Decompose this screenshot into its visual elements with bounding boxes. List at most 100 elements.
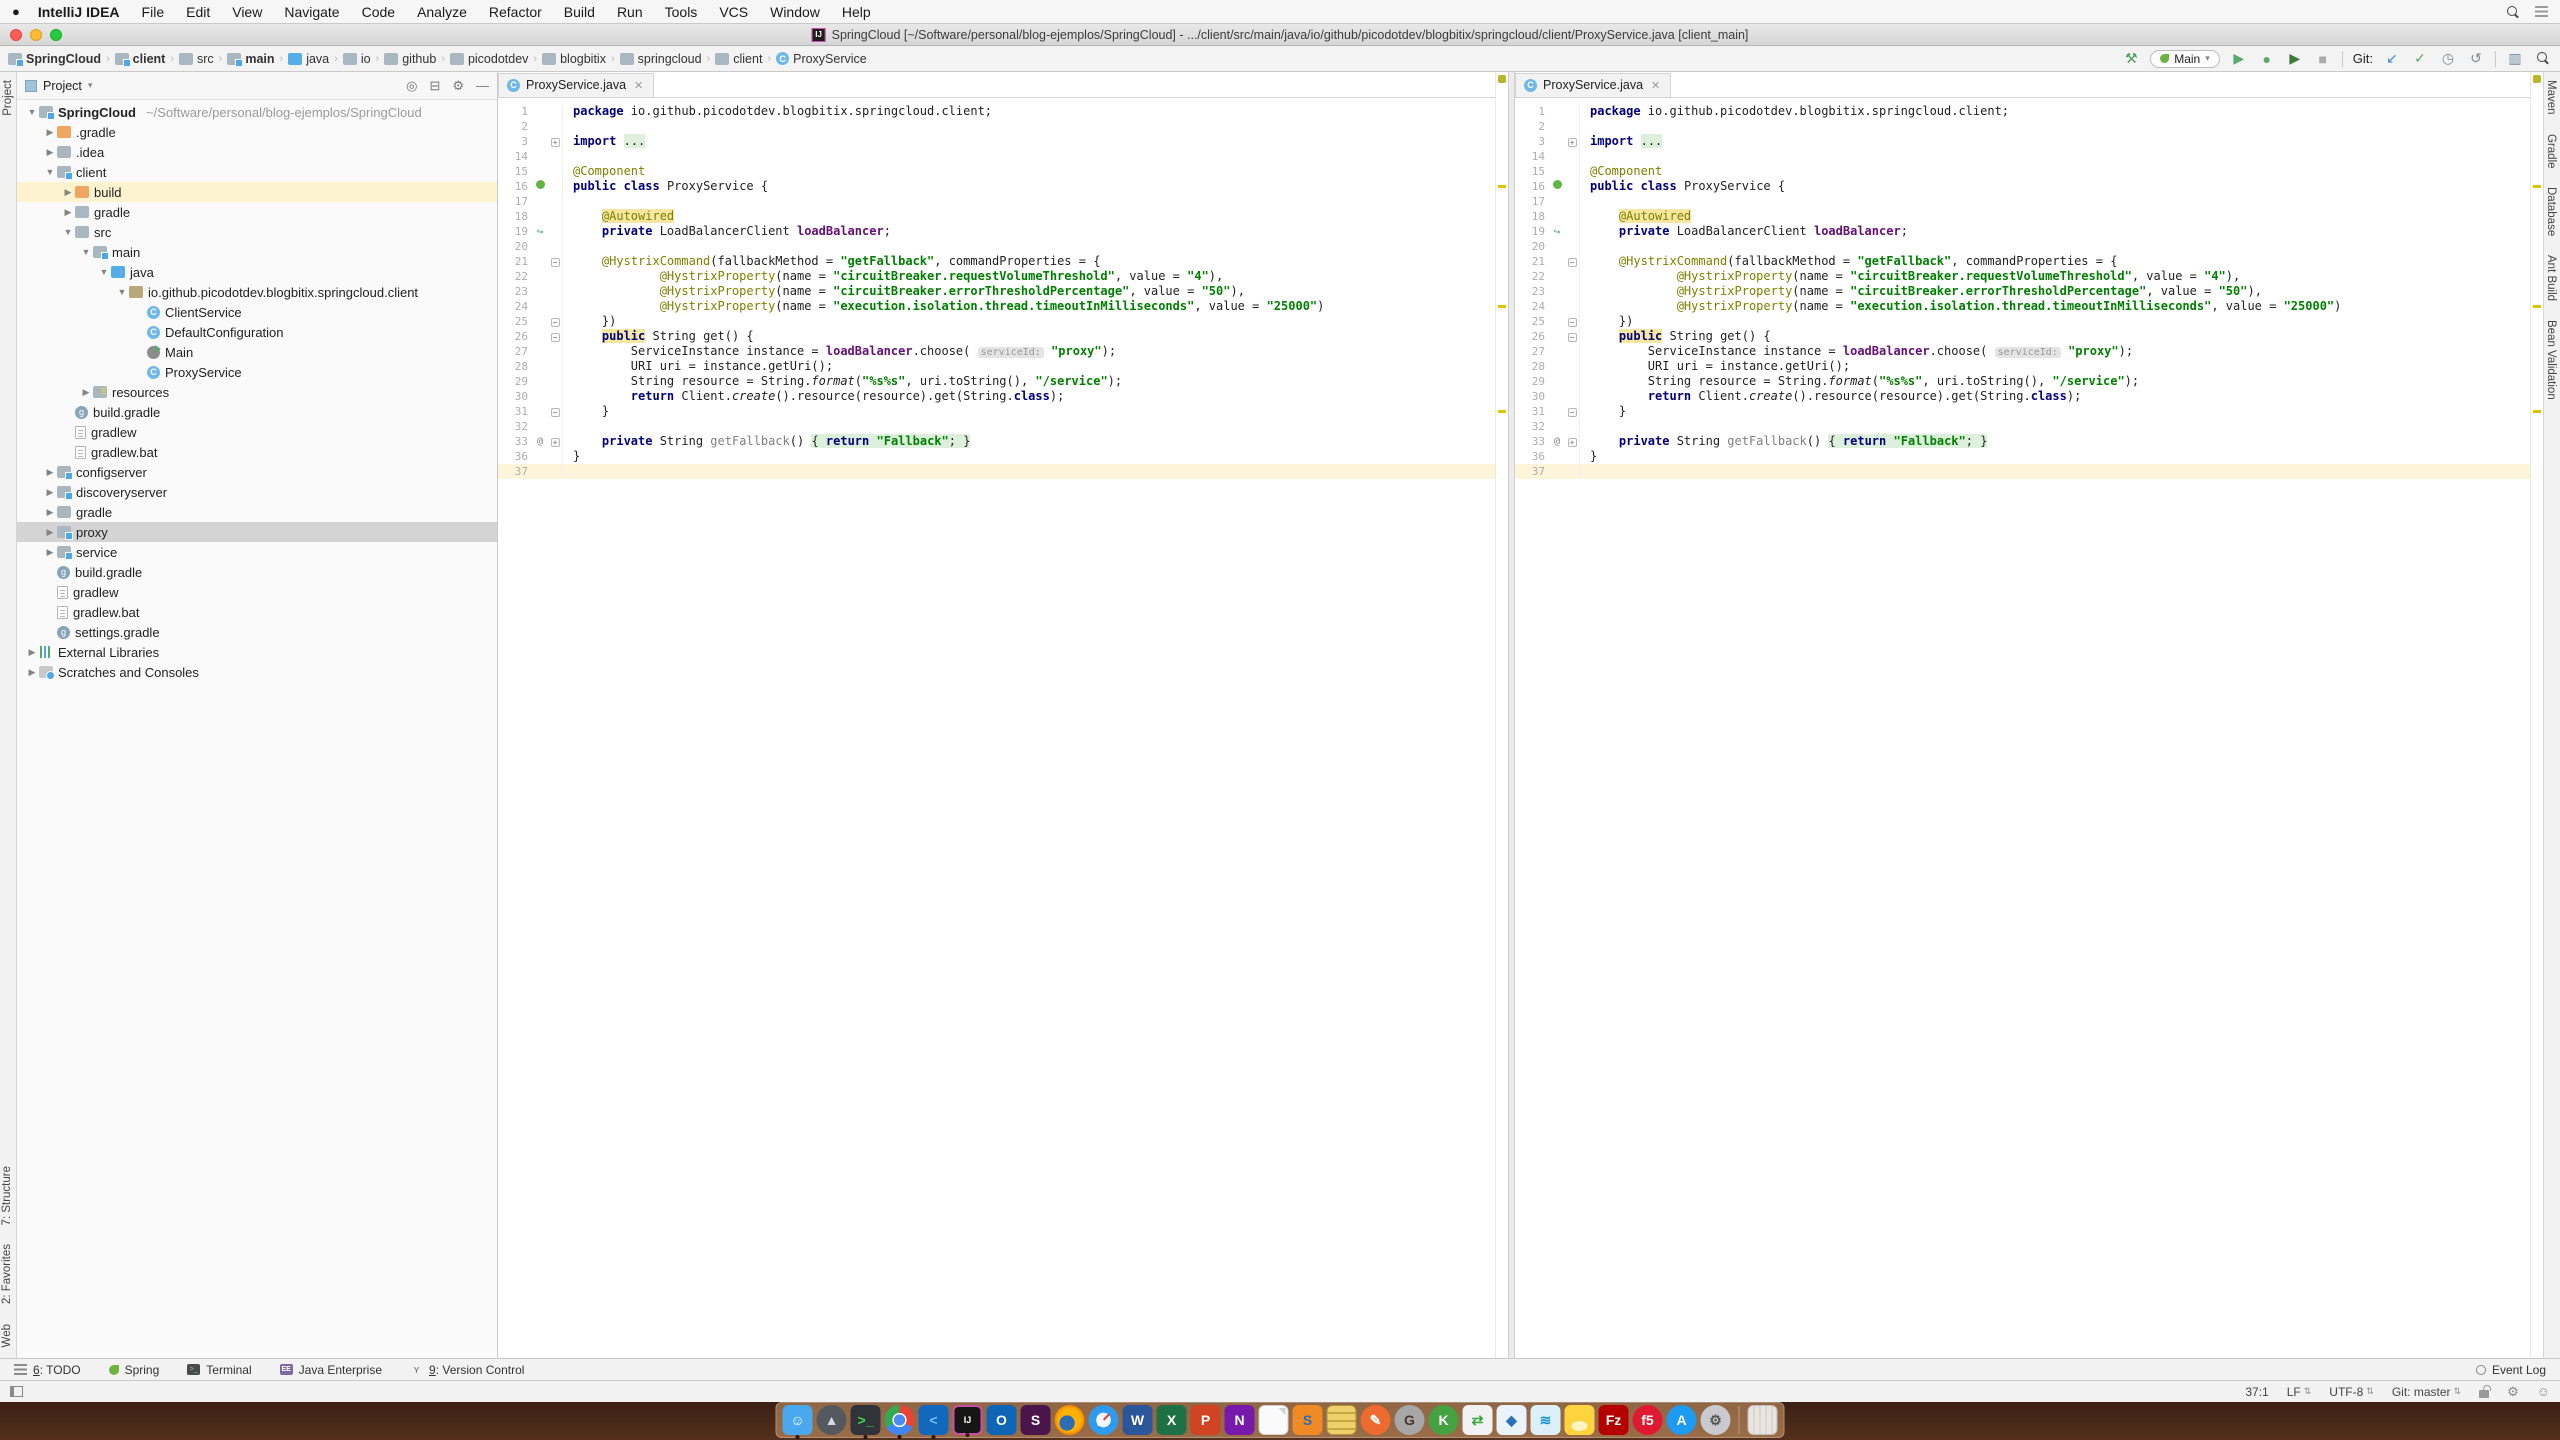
build-project-icon[interactable]: ⚒ (2122, 50, 2140, 67)
commit-changes-icon[interactable]: ✓ (2411, 50, 2429, 67)
tree-row--idea[interactable]: ▶.idea (17, 142, 497, 162)
collapse-all-icon[interactable]: ⊟ (429, 78, 440, 94)
tree-expand-arrow[interactable]: ▶ (43, 547, 57, 558)
collapse-fold-icon[interactable]: − (551, 258, 560, 267)
fold-marker[interactable]: − (1565, 404, 1579, 419)
filezilla-dock-icon[interactable]: Fz (1599, 1405, 1629, 1435)
rollback-icon[interactable]: ↺ (2467, 50, 2485, 67)
outlook-dock-icon[interactable]: O (987, 1405, 1017, 1435)
breadcrumb-item-client[interactable]: client (115, 52, 166, 66)
project-panel-title[interactable]: Project ▾ (25, 79, 92, 93)
collapse-fold-icon[interactable]: − (1568, 333, 1577, 342)
expand-fold-icon[interactable]: + (551, 438, 560, 447)
fold-marker[interactable]: − (548, 314, 562, 329)
menu-build[interactable]: Build (564, 4, 595, 20)
minimize-window-button[interactable] (30, 29, 42, 41)
collapse-fold-icon[interactable]: − (551, 408, 560, 417)
fold-marker[interactable]: − (548, 254, 562, 269)
finder-dock-icon[interactable]: ☺ (783, 1405, 813, 1435)
tree-row-service[interactable]: ▶service (17, 542, 497, 562)
close-icon[interactable]: ✕ (634, 79, 643, 92)
warning-stripe-mark[interactable] (2533, 185, 2541, 188)
tree-expand-arrow[interactable]: ▶ (43, 127, 57, 138)
tree-row-resources[interactable]: ▶resources (17, 382, 497, 402)
breadcrumb-item-client[interactable]: client (715, 52, 762, 66)
tool-tab-project[interactable]: Project (1, 72, 15, 124)
system-preferences-dock-icon[interactable]: ⚙ (1701, 1405, 1731, 1435)
fold-marker[interactable]: − (1565, 254, 1579, 269)
toolwindow-todo[interactable]: 6: TODO (14, 1363, 81, 1377)
tree-row-springcloud[interactable]: ▼SpringCloud~/Software/personal/blog-eje… (17, 102, 497, 122)
tree-expand-arrow[interactable]: ▶ (43, 147, 57, 158)
line-separator[interactable]: LF⇅ (2287, 1385, 2312, 1399)
zoom-window-button[interactable] (50, 29, 62, 41)
breadcrumb-item-io[interactable]: io (343, 52, 371, 66)
code-editor[interactable]: 1package io.github.picodotdev.blogbitix.… (498, 98, 1508, 1358)
editor-tab-proxyservice[interactable]: CProxyService.java✕ (498, 73, 654, 97)
vscode-dock-icon[interactable]: < (919, 1405, 949, 1435)
pen-app-dock-icon[interactable]: ✎ (1361, 1405, 1391, 1435)
tree-expand-arrow[interactable]: ▶ (79, 387, 93, 398)
close-icon[interactable]: ✕ (1651, 79, 1660, 92)
tree-row-clientservice[interactable]: CClientService (17, 302, 497, 322)
tree-collapse-arrow[interactable]: ▼ (115, 287, 129, 297)
slack-dock-icon[interactable]: S (1021, 1405, 1051, 1435)
gimp-dock-icon[interactable]: G (1395, 1405, 1425, 1435)
inspections-profile-icon[interactable]: ⚙ (2507, 1384, 2519, 1400)
file-encoding[interactable]: UTF-8⇅ (2329, 1385, 2374, 1399)
menu-file[interactable]: File (142, 4, 165, 20)
collapse-fold-icon[interactable]: − (551, 333, 560, 342)
toolwindow-switcher-icon[interactable] (10, 1386, 23, 1397)
tree-collapse-arrow[interactable]: ▼ (61, 227, 75, 237)
tree-expand-arrow[interactable]: ▶ (43, 467, 57, 478)
libreoffice-dock-icon[interactable] (1259, 1405, 1289, 1435)
menu-refactor[interactable]: Refactor (489, 4, 542, 20)
menu-window[interactable]: Window (770, 4, 820, 20)
run-coverage-icon[interactable]: ▶ (2286, 50, 2304, 67)
breadcrumb-item-github[interactable]: github (384, 52, 436, 66)
tree-row-io-github-picodotdev-blogbitix-springcloud-client[interactable]: ▼io.github.picodotdev.blogbitix.springcl… (17, 282, 497, 302)
run-icon[interactable]: ▶ (2230, 50, 2248, 67)
fold-marker[interactable]: + (548, 434, 562, 449)
database-stack-app-dock-icon[interactable] (1327, 1405, 1357, 1435)
editor-tab-proxyservice[interactable]: CProxyService.java✕ (1515, 73, 1671, 97)
fold-marker[interactable]: + (548, 134, 562, 149)
breadcrumb-item-main[interactable]: main (227, 52, 274, 66)
tool-tab-gradle[interactable]: Gradle (2544, 126, 2558, 177)
tree-row-scratches-and-consoles[interactable]: ▶Scratches and Consoles (17, 662, 497, 682)
tree-row-settings-gradle[interactable]: gsettings.gradle (17, 622, 497, 642)
toolwindow-version-control[interactable]: ʏ9: Version Control (410, 1363, 524, 1377)
breadcrumb-item-springcloud[interactable]: SpringCloud (8, 52, 101, 66)
tree-row-main[interactable]: ▼main (17, 242, 497, 262)
toolwindow-spring[interactable]: Spring (109, 1363, 160, 1377)
apple-menu-icon[interactable]: ● (12, 4, 20, 19)
tree-row-java[interactable]: ▼java (17, 262, 497, 282)
fold-marker[interactable]: − (1565, 314, 1579, 329)
error-stripe[interactable] (2530, 72, 2543, 1358)
tree-row-src[interactable]: ▼src (17, 222, 497, 242)
app-store-dock-icon[interactable]: A (1667, 1405, 1697, 1435)
keepass-dock-icon[interactable]: K (1429, 1405, 1459, 1435)
tree-row-proxyservice[interactable]: CProxyService (17, 362, 497, 382)
tree-row-build-gradle[interactable]: gbuild.gradle (17, 402, 497, 422)
caret-position[interactable]: 37:1 (2245, 1385, 2268, 1399)
tree-row--gradle[interactable]: ▶.gradle (17, 122, 497, 142)
spotlight-search-icon[interactable] (2507, 6, 2519, 18)
tree-expand-arrow[interactable]: ▶ (43, 527, 57, 538)
launchpad-dock-icon[interactable]: ▲ (817, 1405, 847, 1435)
cyberduck-dock-icon[interactable] (1565, 1405, 1595, 1435)
app-menu[interactable]: IntelliJ IDEA (38, 4, 120, 20)
settings-gear-icon[interactable]: ⚙ (452, 78, 464, 94)
warning-stripe-mark[interactable] (2533, 410, 2541, 413)
tree-row-configserver[interactable]: ▶configserver (17, 462, 497, 482)
lock-icon[interactable] (2479, 1386, 2489, 1398)
safari-dock-icon[interactable] (1089, 1405, 1119, 1435)
git-branch[interactable]: Git: master⇅ (2392, 1385, 2461, 1399)
menu-vcs[interactable]: VCS (719, 4, 748, 20)
excel-dock-icon[interactable]: X (1157, 1405, 1187, 1435)
breadcrumb-item-proxyservice[interactable]: CProxyService (776, 52, 867, 66)
tree-row-gradlew-bat[interactable]: gradlew.bat (17, 442, 497, 462)
fold-marker[interactable]: − (548, 404, 562, 419)
tree-row-gradlew-bat[interactable]: gradlew.bat (17, 602, 497, 622)
tree-row-gradlew[interactable]: gradlew (17, 422, 497, 442)
